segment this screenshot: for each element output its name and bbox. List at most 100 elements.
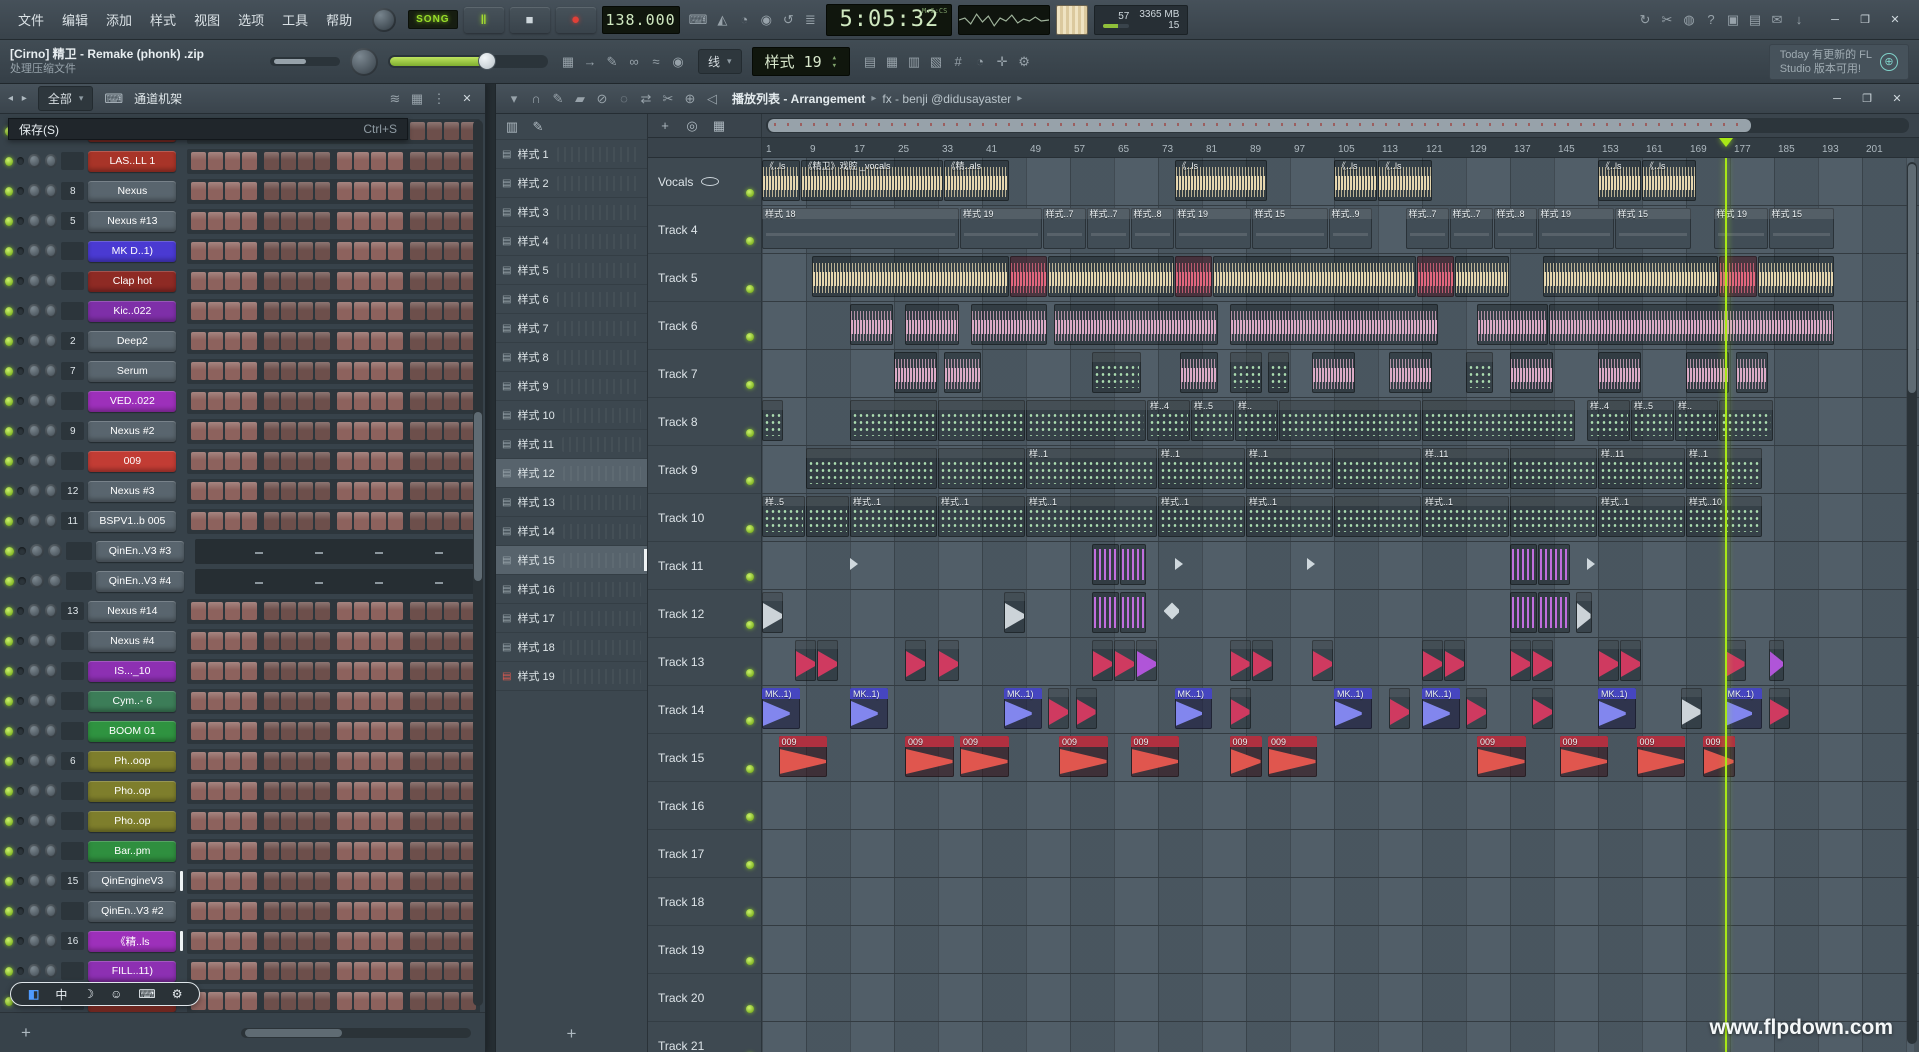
clip[interactable] [1549,304,1834,345]
channel-pan-knob[interactable] [28,214,40,228]
clip[interactable] [1466,352,1493,393]
step-cell[interactable] [298,272,313,290]
step-cell[interactable] [410,422,425,440]
step-cell[interactable] [337,182,352,200]
clip[interactable]: 009 [779,736,828,777]
step-cell[interactable] [444,782,459,800]
clip[interactable]: 样..4 [1147,400,1190,441]
step-cell[interactable] [337,152,352,170]
channel-select-dot[interactable] [17,877,24,885]
channel-mixer-track[interactable] [66,572,92,590]
channel-button[interactable]: Serum [88,361,176,382]
channel-select-dot[interactable] [17,847,24,855]
step-cell[interactable] [354,452,369,470]
step-cell[interactable] [354,842,369,860]
step-cell[interactable] [264,362,279,380]
ime-mode-chinese[interactable]: 中 [52,986,70,1002]
step-cell[interactable] [427,122,442,140]
step-cell[interactable] [371,272,386,290]
track-led[interactable] [746,861,754,869]
timeline-ruler-area[interactable]: 1917253341495765738189971051131211291371… [762,138,1919,157]
clip[interactable] [1510,448,1597,489]
mic-record-icon[interactable]: ◍ [1679,10,1699,30]
clip[interactable]: MK..1) [1334,688,1372,729]
step-cell[interactable] [354,302,369,320]
step-cell[interactable] [281,812,296,830]
step-cell[interactable] [354,272,369,290]
menu-item[interactable]: 编辑 [54,6,96,33]
clip[interactable] [1510,352,1553,393]
step-cell[interactable] [191,242,206,260]
channel-pan-knob[interactable] [28,514,40,528]
track-led[interactable] [746,429,754,437]
step-cell[interactable] [298,512,313,530]
channel-enable-led[interactable] [5,307,13,316]
step-cell[interactable] [315,152,330,170]
track-name-cell[interactable]: Track 13 [648,638,762,686]
playlist-close-button[interactable]: ✕ [1883,89,1911,109]
clip[interactable]: 样式 19 [960,208,1042,249]
step-cell[interactable] [427,422,442,440]
piano-roll-icon[interactable]: ▤ [860,52,880,72]
pattern-item[interactable]: ▤样式 16 [496,575,647,604]
channel-select-dot[interactable] [17,637,24,645]
clip[interactable] [1054,304,1218,345]
track-led[interactable] [746,669,754,677]
menu-item[interactable]: 工具 [274,6,316,33]
step-cell[interactable] [264,512,279,530]
channel-enable-led[interactable] [5,277,13,286]
step-cell[interactable] [337,842,352,860]
channel-volume-knob[interactable] [45,364,57,378]
pattern-item[interactable]: ▤样式 17 [496,604,647,633]
step-cell[interactable] [242,692,257,710]
rack-vertical-scrollbar[interactable] [473,120,483,1006]
step-cell[interactable] [242,302,257,320]
channel-pan-knob[interactable] [28,274,40,288]
channel-pan-knob[interactable] [28,334,40,348]
step-cell[interactable] [242,482,257,500]
step-cell[interactable] [264,932,279,950]
step-cell[interactable] [225,902,240,920]
step-cell[interactable] [281,992,296,1010]
step-cell[interactable] [242,662,257,680]
channel-pan-knob[interactable] [28,604,40,618]
step-cell[interactable] [242,932,257,950]
step-cell[interactable] [315,482,330,500]
step-cell[interactable] [225,152,240,170]
track-led[interactable] [746,381,754,389]
step-cell[interactable] [444,662,459,680]
step-cell[interactable] [281,752,296,770]
channel-select-dot[interactable] [17,277,24,285]
step-cell[interactable] [337,902,352,920]
channel-enable-led[interactable] [5,577,14,586]
channel-mixer-track[interactable]: 11 [61,512,84,530]
master-pitch-knob[interactable] [350,48,378,76]
step-cell[interactable] [354,602,369,620]
channel-select-dot[interactable] [17,817,24,825]
channel-volume-knob[interactable] [45,244,57,258]
step-cell[interactable] [388,932,403,950]
step-cell[interactable] [281,872,296,890]
step-cell[interactable] [242,362,257,380]
clip[interactable]: 样式..7 [1406,208,1449,249]
step-cell[interactable] [208,332,223,350]
clip[interactable]: 《精卫》戏腔 _vocals [801,160,943,201]
volume-handle[interactable] [478,52,496,70]
step-cell[interactable] [315,182,330,200]
track-name-cell[interactable]: Track 17 [648,830,762,878]
clip[interactable] [938,448,1025,489]
clip[interactable] [1598,352,1641,393]
channel-pan-knob[interactable] [30,574,44,588]
track-lane[interactable] [762,974,1919,1022]
plugin-picker-icon[interactable]: # [948,52,968,72]
clip[interactable] [812,256,1009,297]
step-cell[interactable] [315,242,330,260]
clip[interactable] [1681,688,1702,729]
channel-button[interactable]: Nexus #14 [88,601,176,622]
step-cell[interactable] [371,152,386,170]
step-cell[interactable] [410,482,425,500]
step-cell[interactable] [444,122,459,140]
clip[interactable] [1598,640,1619,681]
step-cell[interactable] [208,302,223,320]
step-cell[interactable] [371,482,386,500]
